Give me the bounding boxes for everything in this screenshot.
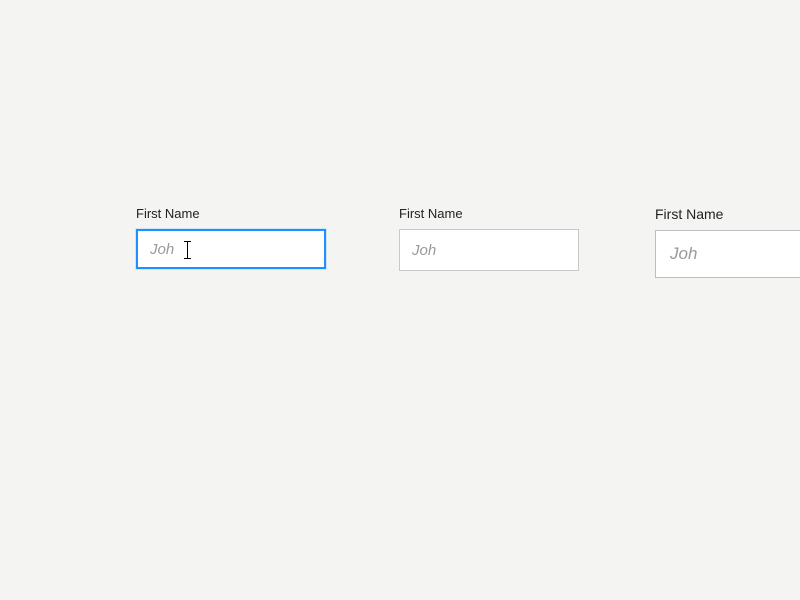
first-name-label: First Name — [136, 206, 326, 221]
first-name-field-focused: First Name — [136, 206, 326, 269]
first-name-field-large: First Name — [655, 206, 800, 278]
first-name-input-large[interactable] — [655, 230, 800, 278]
first-name-label: First Name — [399, 206, 579, 221]
first-name-label: First Name — [655, 206, 800, 222]
first-name-input-medium[interactable] — [399, 229, 579, 271]
first-name-input-focused[interactable] — [136, 229, 326, 269]
first-name-field-medium: First Name — [399, 206, 579, 271]
